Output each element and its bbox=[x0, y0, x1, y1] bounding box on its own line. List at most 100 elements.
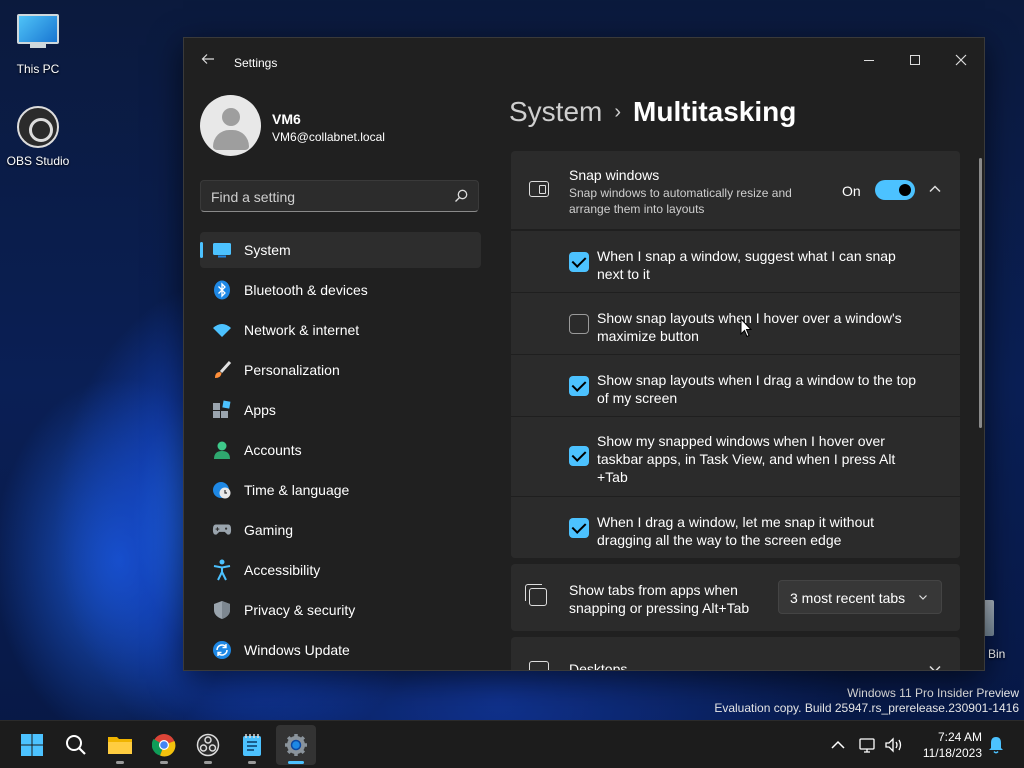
taskbar-search-button[interactable] bbox=[56, 725, 96, 765]
sidebar-item-label: Gaming bbox=[244, 522, 294, 538]
watermark-line-2: Evaluation copy. Build 25947.rs_prerelea… bbox=[714, 701, 1019, 715]
settings-window: Settings VM6 VM6@collabnet.local System … bbox=[183, 37, 985, 671]
sidebar-item-network[interactable]: Network & internet bbox=[200, 312, 481, 348]
obs-icon bbox=[16, 106, 60, 150]
snap-option-row[interactable]: Show snap layouts when I drag a window t… bbox=[511, 354, 960, 416]
desktop-icon-label: This PC bbox=[16, 62, 60, 76]
sidebar-item-gaming[interactable]: Gaming bbox=[200, 512, 481, 548]
settings-icon bbox=[285, 734, 307, 756]
close-button[interactable] bbox=[938, 44, 984, 76]
snap-windows-description: Snap windows to automatically resize and… bbox=[569, 186, 792, 216]
chevron-down-icon[interactable] bbox=[927, 661, 943, 671]
toggle-state-label: On bbox=[842, 183, 861, 199]
sidebar-item-bluetooth[interactable]: Bluetooth & devices bbox=[200, 272, 481, 308]
taskbar-chrome[interactable] bbox=[144, 725, 184, 765]
search-icon[interactable] bbox=[454, 189, 468, 203]
sidebar-item-label: Accessibility bbox=[244, 562, 321, 578]
sidebar-item-accounts[interactable]: Accounts bbox=[200, 432, 481, 468]
desktops-icon bbox=[529, 661, 549, 670]
checkbox-drag-top[interactable] bbox=[569, 376, 589, 396]
search-icon bbox=[66, 735, 86, 755]
snap-windows-toggle[interactable] bbox=[875, 180, 915, 200]
sidebar-item-label: System bbox=[244, 242, 291, 258]
app-title: Settings bbox=[234, 56, 278, 70]
snap-option-row[interactable]: When I drag a window, let me snap it wit… bbox=[511, 496, 960, 558]
snap-option-row[interactable]: When I snap a window, suggest what I can… bbox=[511, 230, 960, 292]
taskbar-clock[interactable]: 7:24 AM 11/18/2023 bbox=[906, 729, 982, 761]
clock-date: 11/18/2023 bbox=[922, 746, 982, 760]
settings-content: Snap windows Snap windows to automatical… bbox=[511, 151, 960, 671]
monitor-icon bbox=[16, 14, 60, 58]
desktops-title: Desktops bbox=[569, 661, 628, 671]
content-scrollbar[interactable] bbox=[979, 158, 982, 428]
system-tray[interactable] bbox=[858, 733, 908, 757]
network-icon bbox=[212, 320, 232, 340]
sidebar-item-accessibility[interactable]: Accessibility bbox=[200, 552, 481, 588]
chevron-down-icon bbox=[919, 595, 927, 600]
apps-icon bbox=[212, 400, 232, 420]
snap-windows-header[interactable]: Snap windows Snap windows to automatical… bbox=[511, 151, 960, 230]
search-input[interactable] bbox=[211, 187, 441, 207]
sidebar-item-windows-update[interactable]: Windows Update bbox=[200, 632, 481, 668]
breadcrumb-separator: › bbox=[614, 101, 622, 123]
brush-icon bbox=[212, 360, 232, 380]
checkbox-snapped-taskbar[interactable] bbox=[569, 446, 589, 466]
settings-search[interactable] bbox=[200, 180, 479, 212]
snap-option-label: Show snap layouts when I drag a window t… bbox=[597, 372, 917, 406]
checkbox-hover-maximize[interactable] bbox=[569, 314, 589, 334]
page-title: Multitasking bbox=[633, 96, 797, 127]
taskbar-notepad[interactable] bbox=[232, 725, 272, 765]
os-watermark: Windows 11 Pro Insider Preview Evaluatio… bbox=[714, 686, 1019, 716]
shield-icon bbox=[212, 600, 232, 620]
snap-windows-title: Snap windows bbox=[569, 167, 660, 183]
sidebar-item-label: Apps bbox=[244, 402, 276, 418]
desktop-icon-this-pc[interactable]: This PC bbox=[0, 8, 76, 76]
notepad-icon bbox=[243, 734, 261, 756]
snap-option-label: Show snap layouts when I hover over a wi… bbox=[597, 310, 902, 344]
taskbar-settings[interactable] bbox=[276, 725, 316, 765]
taskbar-file-explorer[interactable] bbox=[100, 725, 140, 765]
sidebar-item-system[interactable]: System bbox=[200, 232, 481, 268]
breadcrumb-parent[interactable]: System bbox=[509, 96, 602, 127]
maximize-button[interactable] bbox=[892, 44, 938, 76]
sidebar-item-label: Personalization bbox=[244, 362, 340, 378]
gamepad-icon bbox=[212, 520, 232, 540]
sidebar-item-apps[interactable]: Apps bbox=[200, 392, 481, 428]
checkbox-drag-snap-edge[interactable] bbox=[569, 518, 589, 538]
snap-layout-icon bbox=[529, 181, 549, 197]
chevron-up-icon[interactable] bbox=[828, 735, 848, 755]
chevron-up-icon[interactable] bbox=[927, 181, 943, 197]
user-email: VM6@collabnet.local bbox=[272, 130, 385, 144]
desktop-icon-obs-studio[interactable]: OBS Studio bbox=[0, 106, 76, 168]
sidebar-item-personalization[interactable]: Personalization bbox=[200, 352, 481, 388]
checkbox-suggest-snap[interactable] bbox=[569, 252, 589, 272]
maximize-icon bbox=[910, 55, 920, 65]
chrome-icon bbox=[152, 734, 176, 757]
snap-option-row[interactable]: Show snap layouts when I hover over a wi… bbox=[511, 292, 960, 354]
sidebar-item-privacy[interactable]: Privacy & security bbox=[200, 592, 481, 628]
sidebar-item-label: Time & language bbox=[244, 482, 350, 498]
accounts-icon bbox=[212, 440, 232, 460]
accessibility-icon bbox=[212, 559, 232, 581]
file-explorer-icon bbox=[108, 737, 132, 754]
alt-tab-tabs-dropdown[interactable]: 3 most recent tabs bbox=[778, 580, 942, 614]
sidebar-item-label: Network & internet bbox=[244, 322, 360, 338]
start-button[interactable] bbox=[12, 725, 52, 765]
back-arrow-icon[interactable] bbox=[198, 52, 218, 72]
notification-bell-icon[interactable] bbox=[986, 735, 1006, 755]
snap-windows-card: Snap windows Snap windows to automatical… bbox=[511, 151, 960, 558]
taskbar-obs[interactable] bbox=[188, 725, 228, 765]
desktops-card[interactable]: Desktops bbox=[511, 637, 960, 671]
sidebar-item-label: Bluetooth & devices bbox=[244, 282, 368, 298]
snap-option-label: Show my snapped windows when I hover ove… bbox=[597, 433, 896, 485]
snap-option-label: When I snap a window, suggest what I can… bbox=[597, 248, 896, 282]
system-icon bbox=[212, 240, 232, 260]
sidebar-item-time-language[interactable]: Time & language bbox=[200, 472, 481, 508]
snap-option-row[interactable]: Show my snapped windows when I hover ove… bbox=[511, 416, 960, 496]
network-speaker-icon bbox=[859, 737, 902, 753]
snap-option-label: When I drag a window, let me snap it wit… bbox=[597, 514, 875, 548]
title-bar[interactable]: Settings bbox=[184, 38, 984, 86]
minimize-button[interactable] bbox=[846, 44, 892, 76]
breadcrumb: System › Multitasking bbox=[509, 96, 796, 128]
tabs-icon bbox=[525, 584, 547, 606]
